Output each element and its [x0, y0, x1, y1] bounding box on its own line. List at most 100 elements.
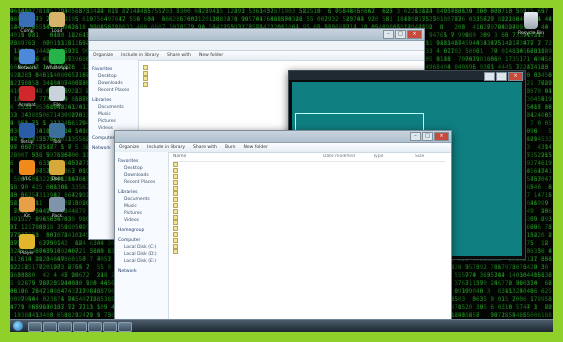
nav-item[interactable]: Music	[92, 111, 135, 118]
window-titlebar[interactable]: – □ ×	[115, 131, 451, 143]
file-icon	[173, 208, 178, 214]
desktop-shortcut[interactable]: Tool	[44, 123, 70, 145]
nav-item[interactable]: Local Disk (C:)	[118, 244, 165, 251]
nav-group[interactable]: Network	[118, 268, 165, 275]
desktop-shortcut-label: Player	[19, 251, 34, 256]
media-icon	[19, 234, 35, 249]
nav-item[interactable]: Desktop	[92, 73, 135, 80]
column-size[interactable]: Size	[415, 154, 443, 161]
pdf-icon	[19, 86, 35, 101]
desktop-shortcut-label: Load	[51, 29, 63, 34]
maximize-button[interactable]: □	[395, 30, 406, 39]
close-button[interactable]: ×	[407, 30, 422, 39]
address-bar[interactable]	[89, 41, 424, 51]
nav-item[interactable]: Recent Places	[118, 179, 165, 186]
taskbar-button[interactable]	[103, 322, 117, 332]
desktop-shortcut[interactable]: WhatsApp	[44, 49, 70, 71]
desktop-shortcut[interactable]: Kit	[14, 197, 40, 219]
command-bar: Organize Include in library Share with New …	[89, 51, 424, 61]
window-titlebar[interactable]: – □ ×	[89, 29, 424, 41]
console-minimize-button[interactable]: –	[484, 72, 495, 81]
taskbar-button[interactable]	[118, 322, 132, 332]
nav-item[interactable]: Desktop	[118, 165, 165, 172]
taskbar-button[interactable]	[28, 322, 42, 332]
nav-item[interactable]: Pictures	[118, 210, 165, 217]
desktop-shortcut-label: Docs	[51, 177, 63, 182]
console-maximize-button[interactable]: □	[496, 72, 507, 81]
column-date[interactable]: Date modified	[323, 154, 373, 161]
taskbar-button[interactable]	[88, 322, 102, 332]
desktop-shortcut[interactable]: Docs	[44, 160, 70, 182]
nav-group[interactable]: Favorites	[118, 158, 165, 165]
command-bar-item[interactable]: Organize	[119, 143, 139, 152]
start-button[interactable]	[13, 321, 23, 331]
command-bar-item[interactable]: Share with	[167, 51, 191, 60]
command-bar-item[interactable]: Organize	[93, 51, 113, 60]
command-bar-item[interactable]: New folder	[244, 143, 268, 152]
maximize-button[interactable]: □	[422, 132, 433, 141]
nav-item[interactable]: Music	[118, 203, 165, 210]
nav-group[interactable]: Libraries	[92, 97, 135, 104]
command-bar-item[interactable]: Include in library	[121, 51, 159, 60]
navigation-pane: Favorites Desktop Downloads Recent Places Li…	[115, 152, 169, 324]
file-icon	[173, 162, 178, 168]
minimize-button[interactable]: –	[410, 132, 421, 141]
file-icon	[143, 82, 148, 88]
whatsapp-icon	[49, 49, 65, 64]
column-type[interactable]: Type	[373, 154, 415, 161]
nav-item[interactable]: Downloads	[118, 172, 165, 179]
desktop-shortcut[interactable]: Setup	[14, 123, 40, 145]
nav-item[interactable]: Documents	[118, 196, 165, 203]
console-close-button[interactable]: ×	[508, 72, 523, 81]
file-icon	[143, 76, 148, 82]
app-icon	[19, 123, 35, 138]
ring-icon	[19, 49, 35, 64]
nav-group[interactable]: Computer	[118, 237, 165, 244]
nav-item[interactable]: Local Disk (E:)	[118, 258, 165, 265]
desktop-shortcut[interactable]: Pack	[44, 197, 70, 219]
minimize-button[interactable]: –	[383, 30, 394, 39]
desktop-shortcut[interactable]: Network	[14, 49, 40, 71]
console-titlebar[interactable]: – □ ×	[289, 71, 525, 81]
column-name[interactable]: Name	[173, 154, 323, 161]
file-icon	[173, 214, 178, 220]
desktop-shortcut[interactable]: Load	[44, 12, 70, 34]
command-bar-item[interactable]: Include in library	[147, 143, 185, 152]
file-name	[180, 249, 323, 255]
nav-item[interactable]: Recent Places	[92, 87, 135, 94]
desktop-shortcut-label: Comp	[20, 29, 34, 34]
nav-item[interactable]: Pictures	[92, 118, 135, 125]
desktop-shortcut-label: Acrobat	[18, 103, 36, 108]
file-name	[150, 81, 235, 87]
file-icon	[173, 191, 178, 197]
nav-group[interactable]: Favorites	[92, 66, 135, 73]
close-button[interactable]: ×	[434, 132, 449, 141]
explorer-window-front[interactable]: – □ × Organize Include in library Share wi…	[114, 130, 452, 332]
desktop-shortcut[interactable]: Player	[14, 234, 40, 256]
file-icon	[143, 64, 148, 70]
recycle-bin-shortcut[interactable]: Recycle Bin	[517, 12, 545, 36]
desktop-shortcut[interactable]: Comp	[14, 12, 40, 34]
taskbar-button[interactable]	[43, 322, 57, 332]
command-bar-item[interactable]: New folder	[199, 51, 223, 60]
file-size	[415, 249, 443, 255]
taskbar-button[interactable]	[58, 322, 72, 332]
file-row[interactable]	[173, 249, 445, 255]
cone-icon	[19, 160, 35, 175]
command-bar-item[interactable]: Share with	[193, 143, 217, 152]
command-bar-item[interactable]: Burn	[225, 143, 236, 152]
nav-group[interactable]: Homegroup	[118, 227, 165, 234]
box-icon	[49, 197, 65, 212]
nav-item[interactable]: Documents	[92, 104, 135, 111]
taskbar-button[interactable]	[73, 322, 87, 332]
file-icon	[173, 197, 178, 203]
desktop-shortcut[interactable]: Acrobat	[14, 86, 40, 108]
nav-item[interactable]: Local Disk (D:)	[118, 251, 165, 258]
desktop-shortcut[interactable]: File	[44, 86, 70, 108]
file-icon	[173, 226, 178, 232]
nav-group[interactable]: Libraries	[118, 189, 165, 196]
nav-item[interactable]: Videos	[118, 217, 165, 224]
desktop-shortcut[interactable]: VLC	[14, 160, 40, 182]
nav-item[interactable]: Downloads	[92, 80, 135, 87]
